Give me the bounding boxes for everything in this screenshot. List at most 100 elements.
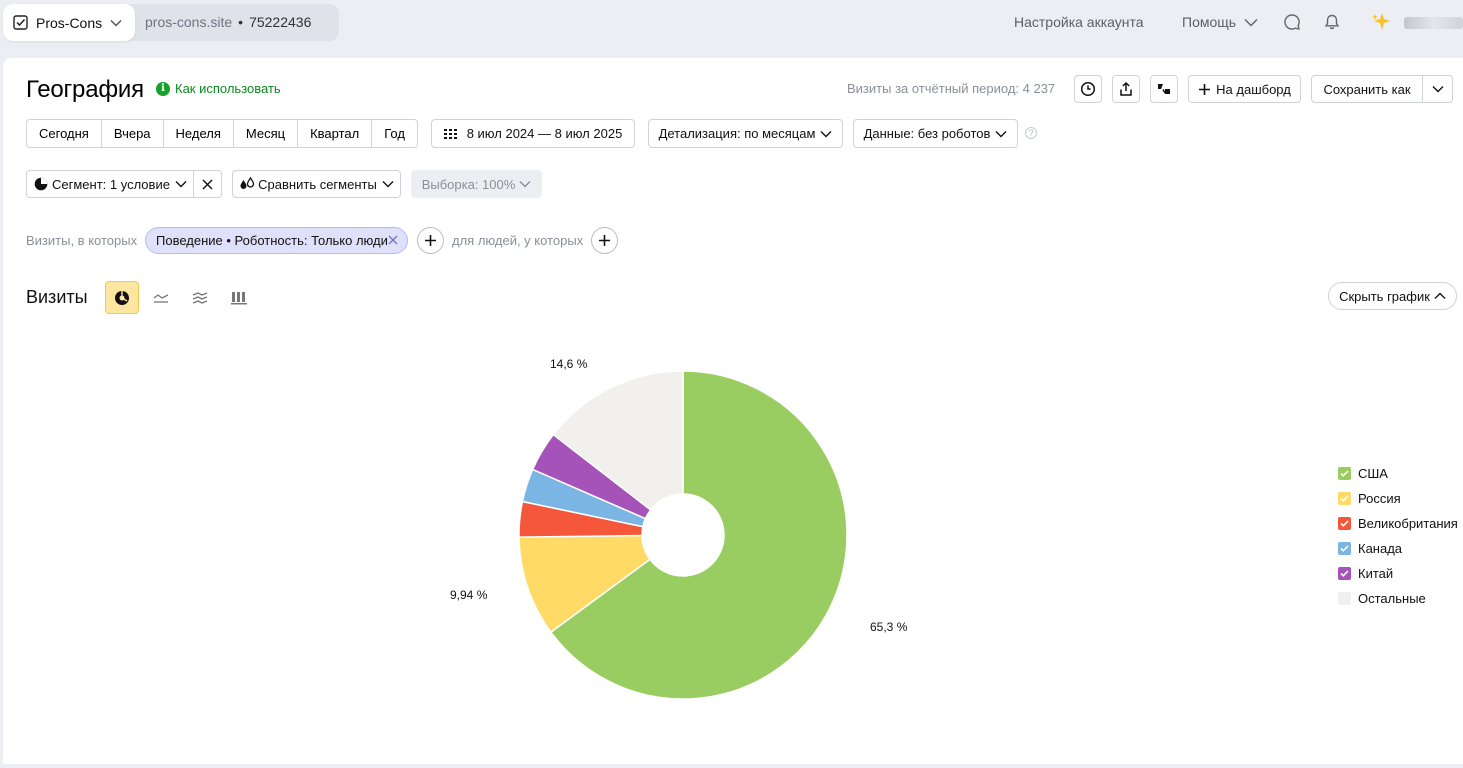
view-pie-button[interactable] xyxy=(105,281,139,314)
chevron-down-icon xyxy=(519,180,531,188)
share-button[interactable] xyxy=(1150,75,1178,103)
sample-dropdown[interactable]: Выборка: 100% xyxy=(411,170,542,198)
chevron-down-icon xyxy=(1432,85,1444,93)
how-to-use-link[interactable]: i Как использовать xyxy=(156,81,281,96)
period-month[interactable]: Месяц xyxy=(234,120,299,147)
date-range-button[interactable]: 8 июл 2024 — 8 июл 2025 xyxy=(431,119,635,148)
date-range-label: 8 июл 2024 — 8 июл 2025 xyxy=(466,126,623,141)
line-chart-icon xyxy=(153,293,169,303)
close-icon xyxy=(202,179,213,190)
legend-item[interactable]: Великобритания xyxy=(1338,511,1458,536)
history-button[interactable] xyxy=(1074,75,1102,103)
legend-checkbox-icon[interactable] xyxy=(1338,517,1351,530)
close-icon[interactable] xyxy=(387,234,399,246)
period-week[interactable]: Неделя xyxy=(164,120,234,147)
compare-segments-dropdown[interactable]: Сравнить сегменты xyxy=(232,170,401,198)
legend-item[interactable]: США xyxy=(1338,461,1458,486)
add-people-condition-button[interactable] xyxy=(591,227,618,254)
help-question-icon[interactable]: ? xyxy=(1025,127,1037,139)
filter-chip-label: Поведение • Роботность: Только люди xyxy=(156,233,388,248)
view-bar-button[interactable] xyxy=(222,281,256,314)
chat-icon[interactable] xyxy=(1282,12,1302,32)
period-year[interactable]: Год xyxy=(372,120,417,147)
chevron-down-icon xyxy=(175,180,187,188)
clear-segment-button[interactable] xyxy=(193,170,222,198)
chart-legend: США Россия Великобритания Канада Китай Осталь… xyxy=(1338,461,1458,611)
save-as-label: Сохранить как xyxy=(1323,81,1411,97)
area-chart-icon xyxy=(192,291,208,304)
slice-label-usa: 65,3 % xyxy=(870,620,908,634)
data-mode-label: Данные: без роботов xyxy=(863,126,991,141)
detail-dropdown[interactable]: Детализация: по месяцам xyxy=(648,119,843,148)
upload-icon xyxy=(1118,81,1134,97)
to-dashboard-label: На дашборд xyxy=(1216,81,1291,97)
legend-item[interactable]: Китай xyxy=(1338,561,1458,586)
detail-label: Детализация: по месяцам xyxy=(658,126,816,141)
plus-icon xyxy=(1198,83,1211,96)
project-name: Pros-Cons xyxy=(36,14,103,31)
legend-checkbox-icon[interactable] xyxy=(1338,492,1351,505)
filter-chip[interactable]: Поведение • Роботность: Только люди xyxy=(145,227,408,254)
legend-label: Великобритания xyxy=(1358,516,1458,531)
view-line-button[interactable] xyxy=(144,281,178,314)
slice-label-others: 14,6 % xyxy=(550,357,588,371)
period-yesterday[interactable]: Вчера xyxy=(102,120,164,147)
save-options-button[interactable] xyxy=(1422,75,1453,103)
top-bar: Pros-Cons pros-cons.site • 75222436 Настро… xyxy=(0,0,1463,46)
drops-icon xyxy=(239,177,255,191)
user-avatar[interactable] xyxy=(1404,17,1463,29)
data-mode-dropdown[interactable]: Данные: без роботов xyxy=(853,119,1018,148)
how-to-use-label: Как использовать xyxy=(175,81,281,96)
legend-checkbox-icon[interactable] xyxy=(1338,467,1351,480)
slice-label-russia: 9,94 % xyxy=(450,588,488,602)
info-icon: i xyxy=(156,81,170,96)
chevron-up-icon xyxy=(1434,292,1446,300)
report-card xyxy=(3,58,1463,764)
compare-segments-label: Сравнить сегменты xyxy=(258,176,377,192)
project-selector[interactable]: Pros-Cons xyxy=(3,4,135,41)
plus-icon xyxy=(598,234,611,247)
legend-label: Канада xyxy=(1358,541,1403,556)
legend-label: Россия xyxy=(1358,491,1401,506)
chevron-down-icon xyxy=(995,130,1007,138)
visits-total: Визиты за отчётный период: 4 237 xyxy=(847,81,1056,96)
legend-checkbox-icon[interactable] xyxy=(1338,567,1351,580)
view-area-button[interactable] xyxy=(183,281,217,314)
bar-chart-icon xyxy=(231,291,247,305)
separator-dot: • xyxy=(238,14,244,30)
plus-icon xyxy=(424,234,437,247)
to-dashboard-button[interactable]: На дашборд xyxy=(1188,75,1301,103)
page-title: География xyxy=(26,76,144,103)
period-selector: Сегодня Вчера Неделя Месяц Квартал Год xyxy=(26,119,418,148)
segment-label: Сегмент: 1 условие xyxy=(52,176,170,192)
account-settings-link[interactable]: Настройка аккаунта xyxy=(1014,14,1144,30)
help-menu[interactable]: Помощь xyxy=(1182,14,1258,30)
add-visit-condition-button[interactable] xyxy=(417,227,444,254)
legend-item[interactable]: Остальные xyxy=(1338,586,1458,611)
period-quarter[interactable]: Квартал xyxy=(298,120,373,147)
people-filter-label: для людей, у которых xyxy=(452,233,584,248)
hide-chart-button[interactable]: Скрыть график xyxy=(1328,282,1457,310)
help-label: Помощь xyxy=(1182,14,1237,30)
calendar-icon xyxy=(443,128,458,139)
counter-id: 75222436 xyxy=(249,14,312,30)
period-today[interactable]: Сегодня xyxy=(27,120,102,147)
chevron-down-icon xyxy=(110,19,122,27)
legend-item[interactable]: Россия xyxy=(1338,486,1458,511)
bell-icon[interactable] xyxy=(1322,12,1342,32)
save-as-button[interactable]: Сохранить как xyxy=(1311,75,1423,103)
export-button[interactable] xyxy=(1112,75,1140,103)
legend-label: Остальные xyxy=(1358,591,1426,606)
site-info: pros-cons.site • 75222436 xyxy=(145,14,311,30)
chevron-down-icon xyxy=(1244,18,1258,27)
sample-label: Выборка: 100% xyxy=(421,176,516,192)
segment-dropdown[interactable]: Сегмент: 1 условие xyxy=(26,170,194,198)
legend-checkbox-icon[interactable] xyxy=(1338,592,1351,605)
chevron-down-icon xyxy=(382,180,394,188)
site-domain: pros-cons.site xyxy=(145,14,233,30)
legend-checkbox-icon[interactable] xyxy=(1338,542,1351,555)
checkbox-icon xyxy=(13,15,28,30)
pie-chart-icon xyxy=(114,290,130,306)
legend-item[interactable]: Канада xyxy=(1338,536,1458,561)
sparkle-icon[interactable] xyxy=(1371,11,1393,33)
